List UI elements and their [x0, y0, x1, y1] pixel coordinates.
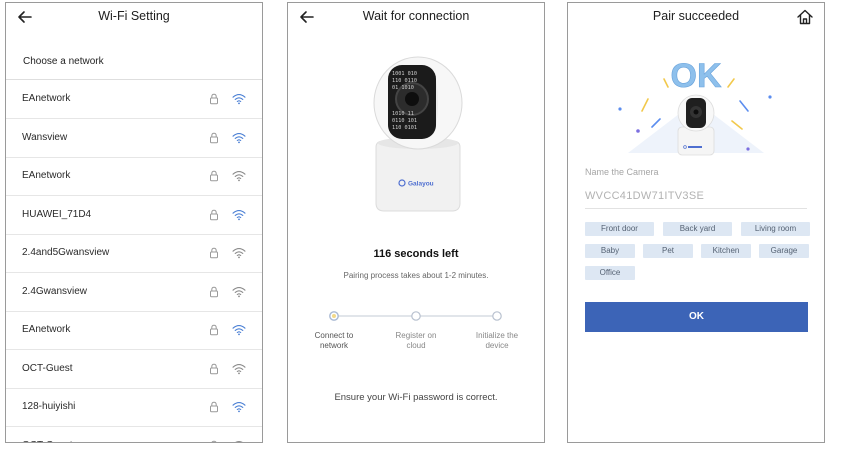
lock-icon [210, 209, 218, 220]
network-row[interactable]: EAnetwork [6, 157, 262, 196]
ok-graphic: OK [671, 57, 722, 95]
network-name: EAnetwork [22, 324, 71, 335]
wifi-signal-icon [232, 171, 246, 182]
password-hint: Ensure your Wi-Fi password is correct. [334, 392, 498, 403]
wifi-signal-icon [232, 286, 246, 297]
network-row[interactable]: EAnetwork [6, 80, 262, 119]
sparkle-dot [618, 107, 622, 111]
sparkle-dot [636, 129, 640, 133]
header: Pair succeeded [568, 3, 824, 31]
header: Wait for connection [288, 3, 544, 31]
step-label-line: network [319, 341, 348, 350]
name-chip[interactable]: Living room [741, 222, 810, 236]
network-name: EAnetwork [22, 170, 71, 181]
name-chip[interactable]: Pet [643, 244, 693, 258]
lock-icon [210, 363, 218, 374]
name-camera-label: Name the Camera [585, 167, 659, 177]
name-chip[interactable]: Office [585, 266, 635, 280]
network-name: EAnetwork [22, 93, 71, 104]
lock-icon [210, 401, 218, 413]
lock-icon [211, 440, 217, 442]
page-title: Wi-Fi Setting [98, 9, 170, 23]
camera-image: 1001 010 110 0110 01 1010 1010 11 0110 1… [373, 56, 463, 212]
step-label-connect: Connect to network [299, 331, 369, 351]
step-label-line: Connect to [314, 331, 354, 340]
ok-button[interactable]: OK [585, 302, 808, 332]
header: Wi-Fi Setting [6, 3, 262, 31]
network-row[interactable]: HUAWEI_71D4 [6, 196, 262, 235]
svg-text:1010 11: 1010 11 [392, 111, 414, 117]
svg-text:110 0101: 110 0101 [392, 125, 417, 131]
name-chip[interactable]: Back yard [663, 222, 732, 236]
step-label-line: Register on [395, 331, 437, 340]
wifi-signal-icon [232, 132, 246, 143]
lock-icon [210, 247, 218, 259]
lock-icon [210, 286, 218, 297]
wifi-signal-icon [232, 94, 246, 105]
pair-succeeded-screen: Pair succeeded OK Name the Camera WVCC41… [567, 2, 825, 443]
name-chip[interactable]: Baby [585, 244, 635, 258]
pairing-note: Pairing process takes about 1-2 minutes. [343, 271, 489, 280]
progress-steps [329, 311, 502, 321]
network-row[interactable]: 2.4Gwansview [6, 273, 262, 312]
lock-icon [210, 93, 218, 105]
choose-network-label: Choose a network [23, 56, 104, 67]
wifi-signal-icon [232, 363, 246, 374]
lock-icon [210, 324, 218, 336]
name-chip[interactable]: Garage [759, 244, 809, 258]
lock-icon [210, 132, 218, 143]
network-row[interactable]: OCT-Guest [6, 427, 262, 443]
sparkle-dot [768, 95, 772, 99]
network-name: OCT-Guest [22, 440, 73, 443]
step-label-line: cloud [406, 341, 426, 350]
network-name: 2.4and5Gwansview [22, 247, 110, 258]
name-chip[interactable]: Kitchen [701, 244, 751, 258]
page-title: Pair succeeded [652, 9, 740, 23]
wifi-signal-icon [234, 440, 244, 442]
wifi-setting-screen: Wi-Fi Setting Choose a network EAnetwork… [5, 2, 263, 443]
success-illustration: OK [618, 57, 772, 156]
network-name: 2.4Gwansview [22, 285, 88, 297]
name-chip[interactable]: Front door [585, 222, 654, 236]
svg-text:1001 010: 1001 010 [392, 71, 417, 77]
network-row[interactable]: EAnetwork [6, 311, 262, 350]
mini-camera-image [677, 94, 715, 156]
wifi-signal-icon [232, 248, 246, 259]
network-name: 128-huiyishi [22, 401, 76, 412]
page-title: Wait for connection [362, 9, 470, 23]
countdown-text: 116 seconds left [373, 248, 459, 260]
svg-text:01 1010: 01 1010 [392, 85, 414, 91]
network-name: HUAWEI_71D4 [22, 208, 92, 220]
wait-connection-screen: Wait for connection 1001 010 110 0110 01… [287, 2, 545, 443]
step-circle-initialize [492, 311, 502, 321]
wifi-signal-icon [232, 209, 246, 220]
step-label-line: device [485, 341, 509, 350]
wifi-signal-icon [232, 402, 246, 413]
input-underline [585, 208, 807, 209]
network-name: OCT-Guest [22, 362, 73, 374]
brand-label: Galayou [408, 181, 434, 188]
step-circle-register [411, 311, 421, 321]
lock-icon [210, 170, 218, 182]
camera-name-input[interactable]: WVCC41DW71ITV3SE [585, 190, 704, 202]
svg-text:0110 101: 0110 101 [392, 118, 417, 124]
network-row[interactable]: Wansview [6, 119, 262, 158]
step-label-initialize: Initialize the device [462, 331, 532, 351]
sparkle-dot [746, 147, 750, 151]
svg-text:110 0110: 110 0110 [392, 78, 417, 84]
wifi-signal-icon [232, 325, 246, 336]
step-label-register: Register on cloud [381, 331, 451, 351]
network-name: Wansview [22, 131, 68, 143]
step-active-dot [332, 314, 336, 318]
network-row[interactable]: OCT-Guest [6, 350, 262, 389]
home-icon[interactable] [795, 7, 815, 27]
network-row[interactable]: 128-huiyishi [6, 388, 262, 427]
step-label-line: Initialize the [475, 331, 519, 340]
network-row[interactable]: 2.4and5Gwansview [6, 234, 262, 273]
